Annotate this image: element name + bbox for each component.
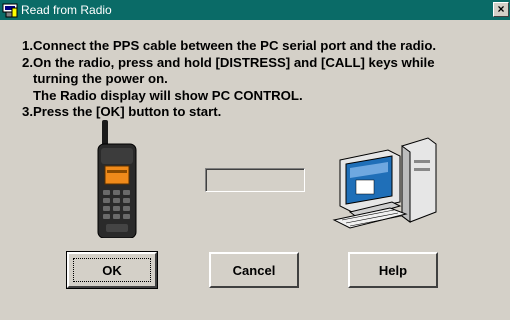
progress-track	[206, 169, 304, 191]
instruction-line-2: 2.On the radio, press and hold [DISTRESS…	[22, 54, 435, 70]
help-button-label: Help	[378, 262, 408, 278]
focus-rectangle	[73, 258, 151, 282]
desktop-computer-icon	[332, 137, 437, 229]
cancel-button-label: Cancel	[232, 262, 276, 278]
window-title: Read from Radio	[21, 3, 112, 17]
progress-bar	[205, 168, 305, 192]
instructions-text: 1.Connect the PPS cable between the PC s…	[22, 38, 502, 121]
instruction-line-4: The Radio display will show PC CONTROL.	[22, 87, 303, 103]
radio-app-icon	[2, 3, 18, 18]
close-button[interactable]: ×	[493, 2, 509, 17]
ok-button[interactable]: OK	[66, 251, 158, 289]
handheld-radio-icon	[97, 120, 137, 238]
instruction-line-1: 1.Connect the PPS cable between the PC s…	[22, 38, 437, 53]
instruction-line-5: 3.Press the [OK] button to start.	[22, 104, 222, 119]
cancel-button[interactable]: Cancel	[209, 252, 299, 288]
help-button[interactable]: Help	[348, 252, 438, 288]
instruction-line-3: turning the power on.	[22, 71, 168, 86]
title-bar[interactable]: Read from Radio ×	[0, 0, 510, 20]
